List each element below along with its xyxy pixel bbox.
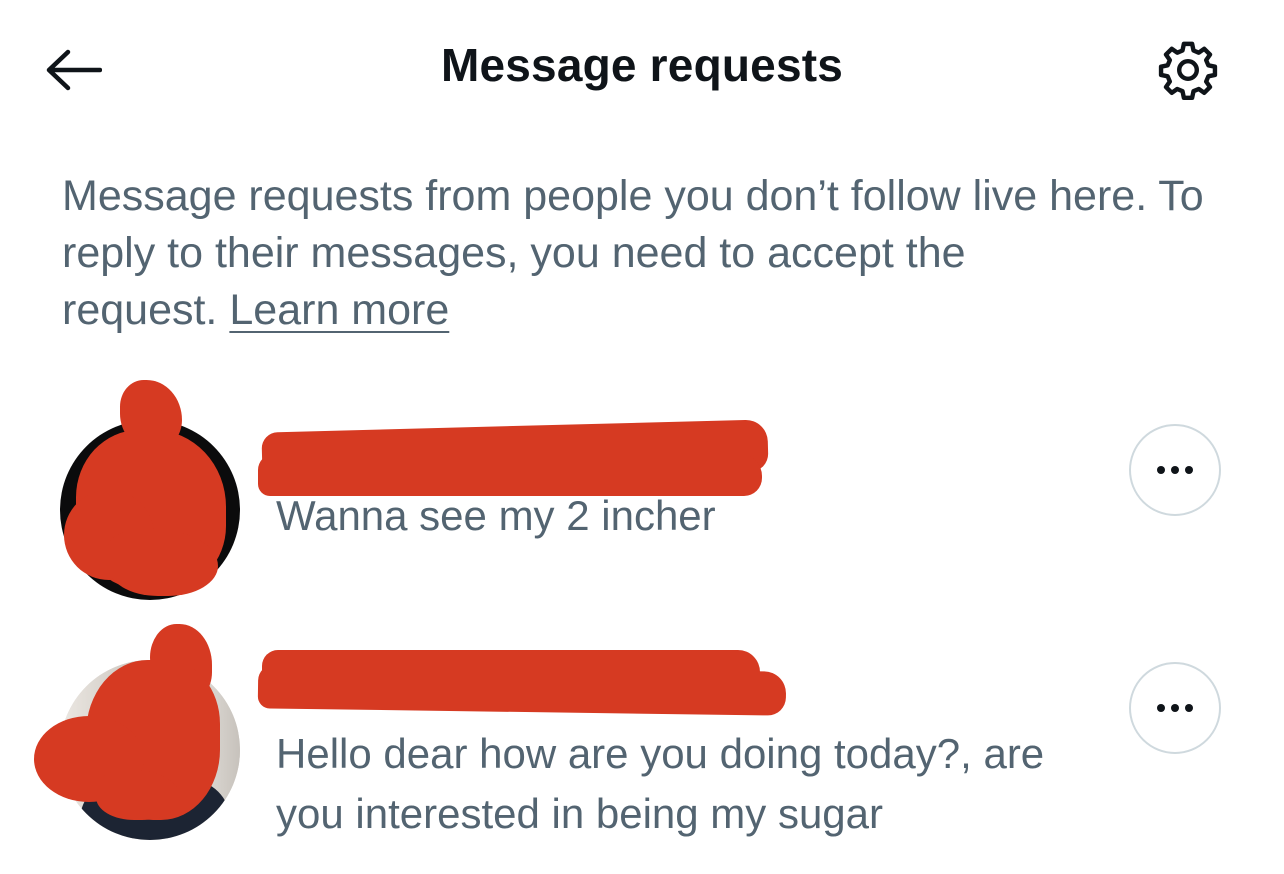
request-item[interactable]: Hello dear how are you doing today?, are… — [0, 620, 1284, 860]
more-horizontal-icon — [1157, 466, 1193, 474]
redacted-name — [257, 664, 787, 716]
message-preview: Wanna see my 2 incher — [276, 492, 716, 539]
settings-button[interactable] — [1150, 32, 1226, 108]
more-options-button[interactable] — [1129, 424, 1221, 516]
more-horizontal-icon — [1157, 704, 1193, 712]
page-title: Message requests — [440, 39, 844, 91]
learn-more-link[interactable]: Learn more — [229, 286, 449, 334]
redaction-scribble — [96, 770, 180, 820]
more-options-button[interactable] — [1129, 662, 1221, 754]
info-text: Message requests from people you don’t f… — [62, 168, 1222, 339]
gear-icon — [1158, 41, 1218, 100]
request-item[interactable]: Wanna see my 2 incher — [0, 380, 1284, 610]
message-preview: Hello dear how are you doing today?, are… — [276, 730, 1045, 837]
